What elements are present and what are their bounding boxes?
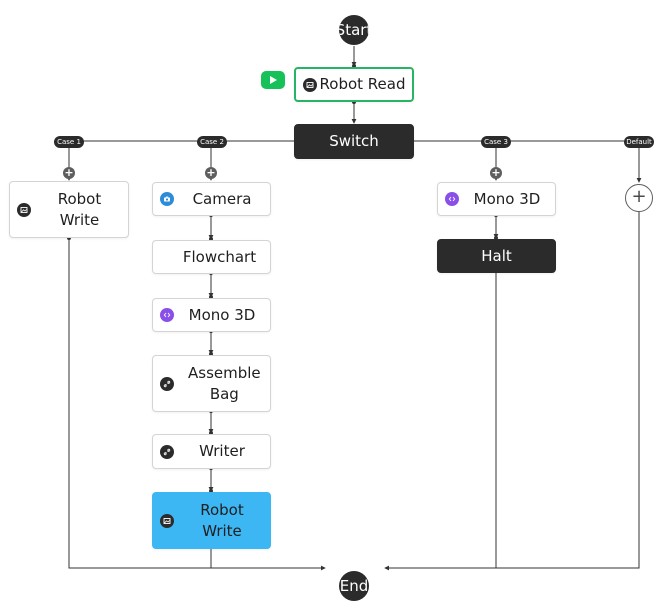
case3-label: Case 3 (481, 136, 511, 148)
link-icon (160, 376, 174, 391)
camera-icon (160, 192, 174, 206)
camera-label: Camera (192, 189, 252, 208)
start-node[interactable]: Start (339, 15, 369, 45)
link-icon (160, 444, 174, 459)
robot-read-node[interactable]: Robot Read (294, 67, 414, 102)
image-icon (303, 77, 317, 92)
robot-read-label: Robot Read (319, 75, 406, 93)
end-node[interactable]: End (339, 571, 369, 601)
case1-robot-write-node[interactable]: Robot Write (9, 181, 129, 238)
flowchart-node[interactable]: Flowchart (152, 240, 271, 274)
assemble-bag-node[interactable]: Assemble Bag (152, 355, 271, 412)
image-icon (160, 513, 174, 528)
case2-mono3d-node[interactable]: Mono 3D (152, 298, 271, 332)
camera-node[interactable]: Camera (152, 182, 271, 216)
case2-robot-write-label: Robot Write (200, 500, 244, 540)
image-icon (17, 202, 31, 217)
run-button[interactable] (261, 71, 285, 89)
case2-robot-write-node[interactable]: Robot Write (152, 492, 271, 549)
code-icon (445, 192, 459, 206)
halt-node[interactable]: Halt (437, 239, 556, 273)
start-label: Start (339, 21, 369, 39)
case1-label: Case 1 (54, 136, 84, 148)
switch-label: Switch (329, 132, 379, 150)
case3-mono3d-node[interactable]: Mono 3D (437, 182, 556, 216)
case3-mono3d-label: Mono 3D (473, 189, 541, 208)
code-icon (160, 308, 174, 322)
end-label: End (339, 577, 369, 595)
assemble-bag-label: Assemble Bag (188, 363, 261, 403)
writer-label: Writer (199, 442, 245, 460)
flowchart-label: Flowchart (182, 247, 257, 266)
case1-add-button[interactable]: + (63, 167, 75, 179)
case2-add-button[interactable]: + (205, 167, 217, 179)
default-add-button[interactable]: + (625, 184, 653, 212)
case2-mono3d-label: Mono 3D (188, 305, 256, 324)
switch-node[interactable]: Switch (294, 124, 414, 159)
default-label: Default (624, 136, 654, 148)
case1-robot-write-label: Robot Write (57, 189, 102, 229)
case2-label: Case 2 (197, 136, 227, 148)
play-icon (270, 76, 277, 84)
halt-label: Halt (481, 246, 512, 265)
writer-node[interactable]: Writer (152, 434, 271, 469)
case3-add-button[interactable]: + (490, 167, 502, 179)
